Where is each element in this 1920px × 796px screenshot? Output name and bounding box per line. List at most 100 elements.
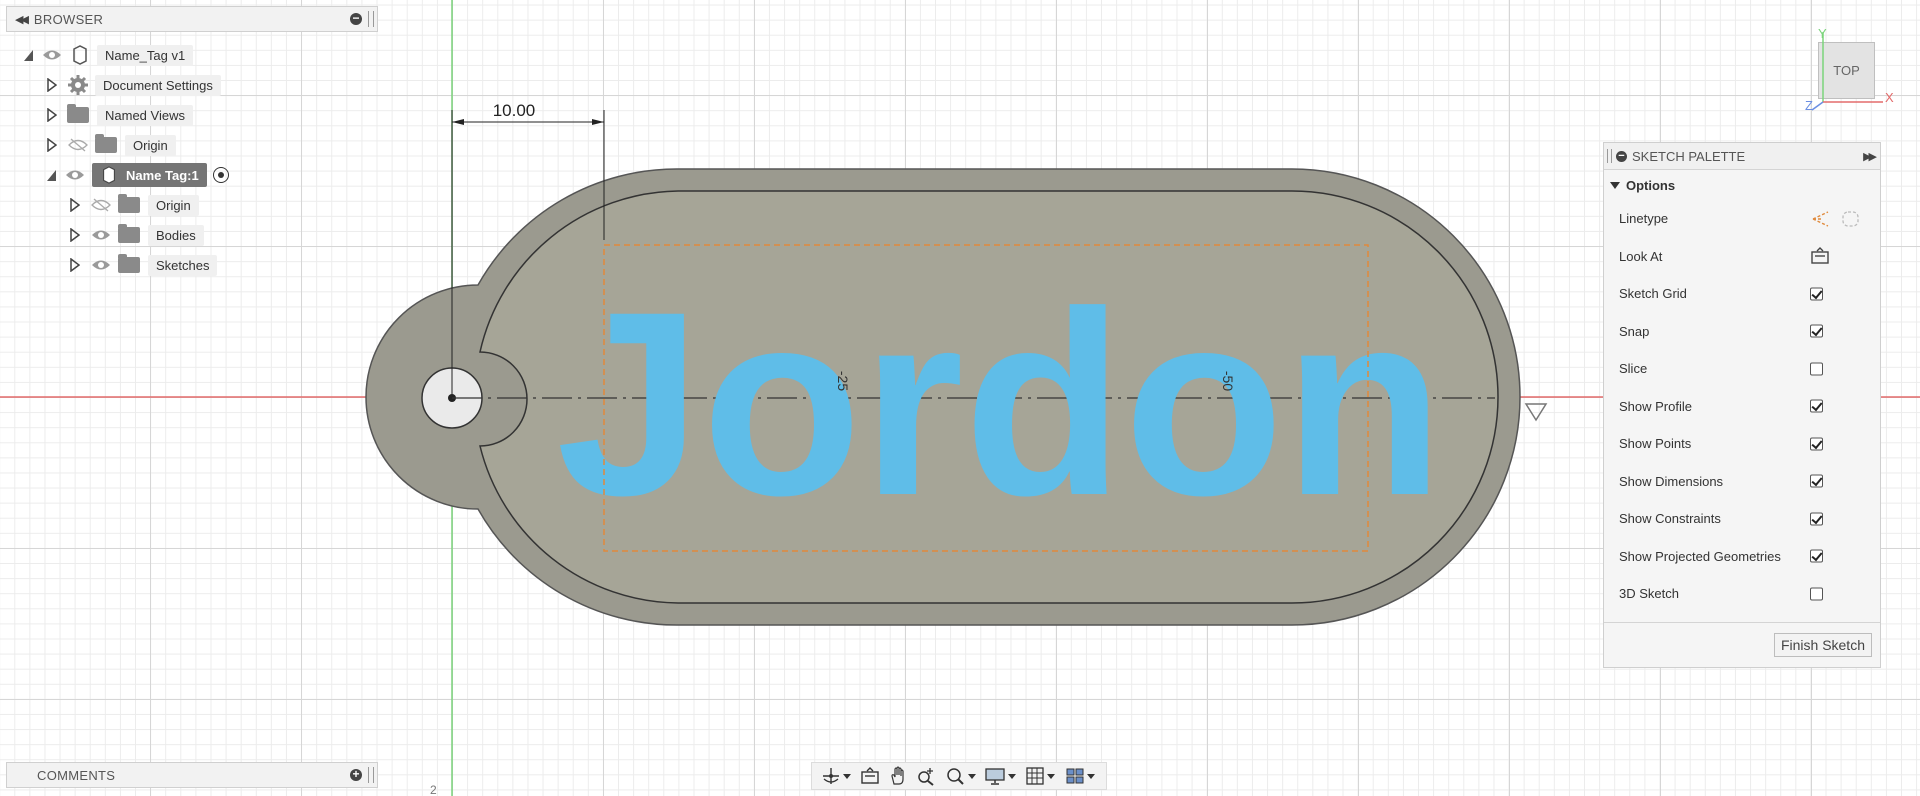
show-projected-geometries-checkbox[interactable] [1810,549,1823,563]
collapsed-triangle-icon[interactable] [47,137,58,153]
construction-linetype-icon[interactable] [1810,209,1832,229]
option-show-projected-geometries: Show Projected Geometries [1604,538,1880,576]
axis-z-label: Z [1805,98,1813,113]
visibility-eye-icon[interactable] [41,44,63,66]
option-label: Show Profile [1619,398,1692,414]
display-settings-tool[interactable] [980,764,1020,788]
tree-item-named-views[interactable]: Named Views [47,102,193,128]
collapsed-triangle-icon[interactable] [47,107,58,123]
activate-radio-icon[interactable] [212,167,229,183]
look-at-icon [861,767,879,784]
folder-icon [67,104,89,123]
axis-y-label: Y [1818,26,1827,41]
minimize-icon[interactable]: − [1616,150,1627,162]
tree-item-name-tag-1[interactable]: Name Tag:1 [47,162,229,188]
caret-down-icon[interactable] [1610,181,1620,189]
viewports-tool[interactable] [1060,764,1100,788]
tree-item-bodies[interactable]: Bodies [70,222,204,248]
minimize-icon[interactable]: − [350,12,362,25]
tree-item-name-tag-v1[interactable]: Name_Tag v1 [24,42,194,68]
folder-icon [118,224,140,243]
folder-icon [118,194,140,213]
zoom-tool[interactable] [912,764,940,788]
tree-item-label: Document Settings [95,74,221,96]
visibility-eye-icon[interactable] [90,224,112,246]
corner-label: 2 [430,783,437,796]
show-profile-checkbox[interactable] [1810,399,1823,413]
collapsed-triangle-icon[interactable] [70,197,81,213]
folder-icon [95,134,117,153]
sketch-palette: − SKETCH PALETTE ▶▶ Options Linetype Loo… [1603,142,1881,668]
add-comment-icon[interactable]: + [350,768,362,781]
snap-checkbox[interactable] [1810,324,1823,338]
option-label: Linetype [1619,211,1669,227]
option-slice: Slice [1604,350,1880,388]
orbit-tool[interactable] [816,764,856,788]
option-label: Look At [1619,248,1663,264]
zoom-icon [918,768,934,786]
option-show-dimensions: Show Dimensions [1604,463,1880,501]
comments-header[interactable]: COMMENTS + [6,762,378,788]
grid-icon [1025,767,1044,785]
dimension-value[interactable]: 10.00 [493,101,536,120]
tree-item-origin-sub[interactable]: Origin [70,192,199,218]
expanded-triangle-icon[interactable] [47,169,56,181]
tree-item-text: Name Tag:1 [126,167,199,183]
component-icon [69,44,91,66]
collapsed-triangle-icon[interactable] [70,227,81,243]
pan-hand-icon [891,766,904,785]
collapse-arrows-icon[interactable]: ◀◀ [15,13,29,26]
option-sketch-grid: Sketch Grid [1604,275,1880,313]
pan-tool[interactable] [884,764,912,788]
tree-item-label: Named Views [97,104,193,126]
sketch-grid-checkbox[interactable] [1810,287,1823,301]
expanded-triangle-icon[interactable] [24,49,33,61]
palette-header[interactable]: − SKETCH PALETTE ▶▶ [1604,143,1880,170]
palette-title: SKETCH PALETTE [1632,148,1746,164]
tree-item-sketches[interactable]: Sketches [70,252,218,278]
3d-sketch-checkbox[interactable] [1810,587,1823,601]
centerline-linetype-icon[interactable] [1840,209,1862,229]
visibility-eye-icon[interactable] [64,164,86,186]
option-label: Sketch Grid [1619,286,1687,302]
option-show-constraints: Show Constraints [1604,500,1880,538]
display-monitor-icon [984,768,1005,785]
panel-grip-icon[interactable] [368,11,374,27]
show-points-checkbox[interactable] [1810,437,1823,451]
sketch-text-jordon[interactable]: Jordon [556,257,1444,550]
zoom-window-icon [946,768,964,785]
slice-checkbox[interactable] [1810,362,1823,376]
option-label: Show Points [1619,436,1692,452]
palette-footer: Finish Sketch [1604,622,1880,667]
collapsed-triangle-icon[interactable] [47,77,58,93]
option-label: Snap [1619,323,1650,339]
panel-grip-icon[interactable] [368,767,374,783]
option-label: Show Dimensions [1619,473,1724,489]
panel-grip-icon[interactable] [1607,149,1612,163]
collapsed-triangle-icon[interactable] [70,257,81,273]
hidden-eye-icon[interactable] [90,194,112,216]
folder-icon [118,254,140,273]
look-at-tool[interactable] [856,764,884,788]
show-constraints-checkbox[interactable] [1810,512,1823,526]
tree-item-origin[interactable]: Origin [47,132,176,158]
axis-x-label: X [1885,90,1894,105]
look-at-icon[interactable] [1810,247,1830,265]
tree-item-document-settings[interactable]: Document Settings [47,72,221,98]
finish-sketch-button[interactable]: Finish Sketch [1773,633,1872,657]
zoom-window-tool[interactable] [940,764,980,788]
visibility-eye-icon[interactable] [90,254,112,276]
hidden-eye-icon[interactable] [67,134,89,156]
option-label: 3D Sketch [1619,586,1679,602]
show-dimensions-checkbox[interactable] [1810,474,1823,488]
viewports-icon [1066,768,1083,784]
expand-arrows-icon[interactable]: ▶▶ [1863,150,1877,163]
browser-header[interactable]: ◀◀ BROWSER − [6,6,378,32]
option-linetype: Linetype [1604,200,1880,238]
axis-triad: Y X Z [1805,26,1894,113]
tree-item-label: Origin [125,134,176,156]
ruler-label-25: -25 [835,371,851,391]
options-title: Options [1626,177,1676,193]
grid-settings-tool[interactable] [1020,764,1060,788]
options-section-header[interactable]: Options [1604,170,1880,200]
